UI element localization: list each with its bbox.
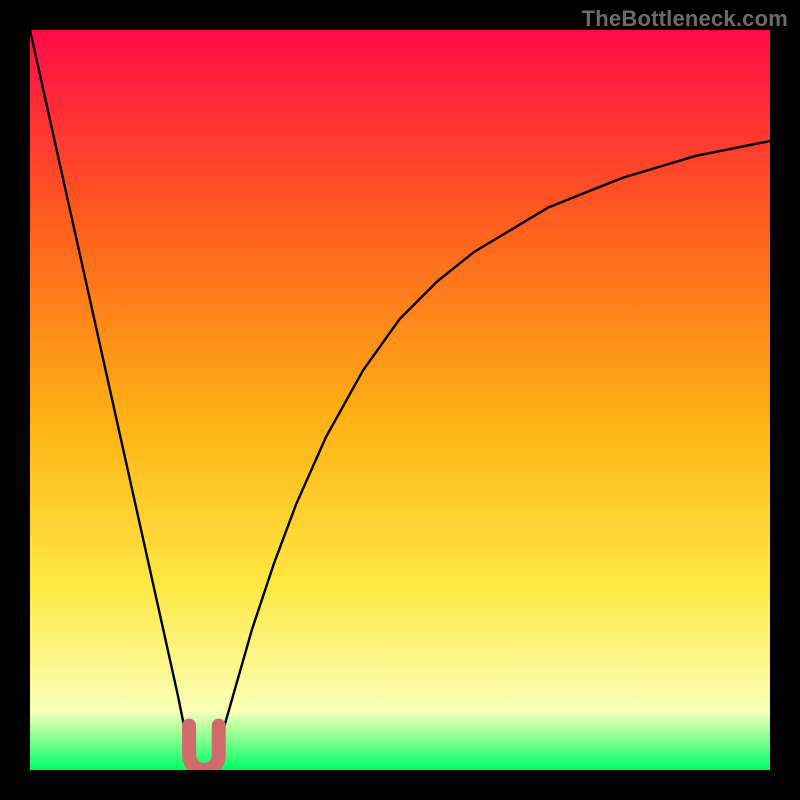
watermark-text: TheBottleneck.com (582, 6, 788, 32)
chart-plot-area (30, 30, 770, 770)
chart-svg (30, 30, 770, 770)
chart-frame: TheBottleneck.com (0, 0, 800, 800)
chart-background (30, 30, 770, 770)
